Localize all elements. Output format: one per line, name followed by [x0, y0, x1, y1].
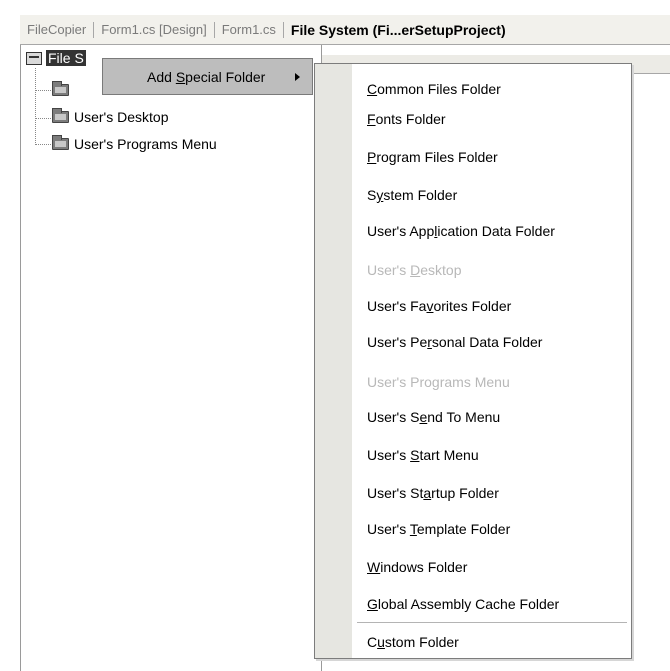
- tab-filecopier[interactable]: FileCopier: [20, 22, 93, 37]
- tree-root-node[interactable]: File S: [26, 48, 86, 68]
- menu-item-users-desktop[interactable]: User's Desktop: [367, 260, 462, 280]
- menu-item-users-send-to-menu[interactable]: User's Send To Menu: [367, 407, 500, 427]
- menu-item-users-programs-menu[interactable]: User's Programs Menu: [367, 372, 510, 392]
- menu-item-users-template-folder[interactable]: User's Template Folder: [367, 519, 510, 539]
- tree-guide-line: [35, 144, 51, 145]
- tree-item-label: User's Programs Menu: [74, 136, 217, 152]
- tree-guide-line: [35, 118, 51, 119]
- menu-item-users-startup-folder[interactable]: User's Startup Folder: [367, 483, 499, 503]
- menu-item-label: Add Special Folder: [147, 68, 266, 85]
- menu-item-users-personal-data-folder[interactable]: User's Personal Data Folder: [367, 332, 542, 352]
- submenu-arrow-icon: [295, 73, 300, 81]
- folder-icon: [52, 81, 69, 96]
- document-tab-strip: FileCopier Form1.cs [Design] Form1.cs Fi…: [20, 15, 670, 45]
- computer-icon: [26, 51, 42, 65]
- tree-guide-line: [35, 68, 36, 145]
- tree-item-label: User's Desktop: [74, 109, 169, 125]
- menu-separator: [357, 622, 627, 623]
- tree-root-label: File S: [46, 50, 86, 66]
- context-menu-add-special-folder[interactable]: Add Special Folder: [102, 58, 313, 95]
- menu-item-program-files-folder[interactable]: Program Files Folder: [367, 147, 498, 167]
- tab-form1-design[interactable]: Form1.cs [Design]: [94, 22, 213, 37]
- menu-item-users-favorites-folder[interactable]: User's Favorites Folder: [367, 296, 511, 316]
- menu-item-fonts-folder[interactable]: Fonts Folder: [367, 109, 446, 129]
- tree-item-hidden-folder[interactable]: [52, 80, 74, 100]
- menu-item-system-folder[interactable]: System Folder: [367, 185, 457, 205]
- menu-item-custom-folder[interactable]: Custom Folder: [367, 632, 459, 652]
- file-system-tree-pane: File S User's Desktop User's Programs Me…: [20, 45, 322, 671]
- menu-item-common-files-folder[interactable]: Common Files Folder: [367, 79, 501, 99]
- folder-icon: [52, 135, 69, 150]
- tab-form1-code[interactable]: Form1.cs: [215, 22, 283, 37]
- menu-item-global-assembly-cache-folder[interactable]: Global Assembly Cache Folder: [367, 594, 559, 614]
- tree-item-users-desktop[interactable]: User's Desktop: [52, 107, 168, 127]
- folder-icon: [52, 108, 69, 123]
- menu-item-users-start-menu[interactable]: User's Start Menu: [367, 445, 479, 465]
- menu-item-windows-folder[interactable]: Windows Folder: [367, 557, 467, 577]
- menu-icon-gutter: [315, 64, 352, 658]
- menu-item-users-application-data-folder[interactable]: User's Application Data Folder: [367, 221, 555, 241]
- tab-file-system[interactable]: File System (Fi...erSetupProject): [284, 22, 513, 38]
- tree-item-users-programs-menu[interactable]: User's Programs Menu: [52, 134, 217, 154]
- special-folder-submenu: Common Files Folder Fonts Folder Program…: [314, 63, 632, 659]
- tree-guide-line: [35, 90, 51, 91]
